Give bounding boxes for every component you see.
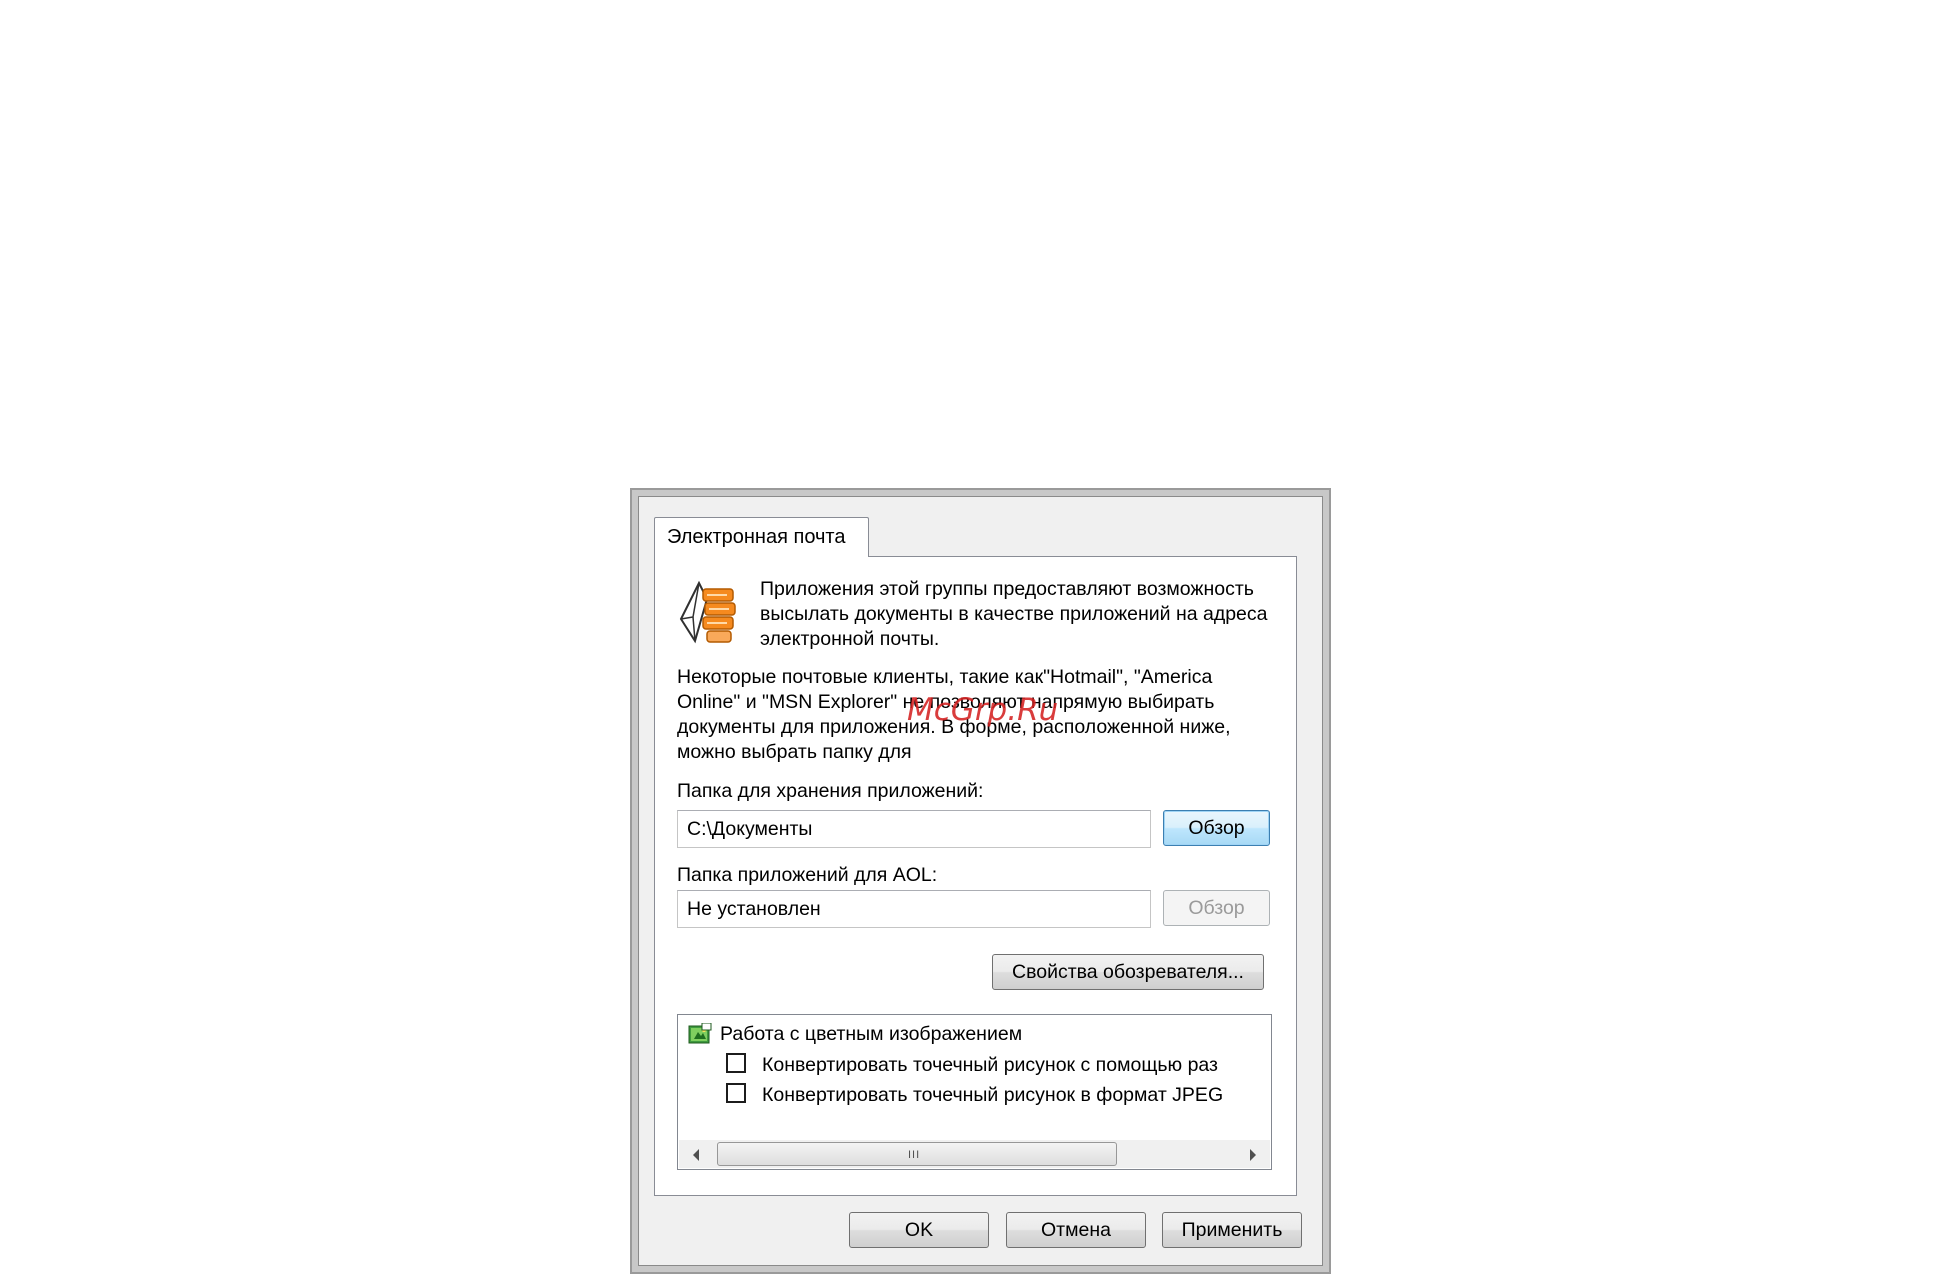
tab-email[interactable]: Электронная почта: [654, 517, 869, 557]
color-image-group[interactable]: Работа с цветным изображением: [720, 1021, 1022, 1047]
browse-aol-button: Обзор: [1163, 890, 1270, 926]
color-image-icon: [688, 1023, 712, 1044]
scroll-left-icon[interactable]: [693, 1149, 699, 1161]
storage-folder-label: Папка для хранения приложений:: [677, 780, 984, 802]
options-list[interactable]: Работа с цветным изображением Конвертиро…: [677, 1014, 1272, 1170]
intro-text: Приложения этой группы предоставляют воз…: [760, 578, 1268, 650]
scroll-grip-icon: III: [908, 1149, 921, 1161]
storage-folder-field[interactable]: C:\Документы: [677, 810, 1151, 848]
convert-bitmap-label[interactable]: Конвертировать точечный рисунок с помощь…: [762, 1052, 1218, 1078]
aol-folder-field: Не установлен: [677, 890, 1151, 928]
horizontal-scrollbar[interactable]: III: [679, 1140, 1270, 1168]
convert-bitmap-checkbox[interactable]: [726, 1053, 746, 1073]
convert-jpeg-label[interactable]: Конвертировать точечный рисунок в формат…: [762, 1082, 1223, 1108]
ok-button[interactable]: OK: [849, 1212, 989, 1248]
convert-jpeg-checkbox[interactable]: [726, 1083, 746, 1103]
watermark: McGrp.Ru: [907, 692, 1059, 728]
scroll-thumb[interactable]: III: [717, 1142, 1117, 1166]
browser-properties-button[interactable]: Свойства обозревателя...: [992, 954, 1264, 990]
email-properties-dialog: Электронная почта Приложения этой группы…: [630, 488, 1331, 1274]
scroll-right-icon[interactable]: [1250, 1149, 1256, 1161]
tab-email-label: Электронная почта: [667, 526, 846, 548]
page: Электронная почта Приложения этой группы…: [0, 0, 1944, 1276]
tab-panel-email: Приложения этой группы предоставляют воз…: [654, 556, 1297, 1196]
apply-button[interactable]: Применить: [1162, 1212, 1302, 1248]
cancel-button[interactable]: Отмена: [1006, 1212, 1146, 1248]
aol-folder-label: Папка приложений для AOL:: [677, 864, 938, 886]
mail-attachment-icon: [679, 580, 736, 644]
browse-storage-button[interactable]: Обзор: [1163, 810, 1270, 846]
